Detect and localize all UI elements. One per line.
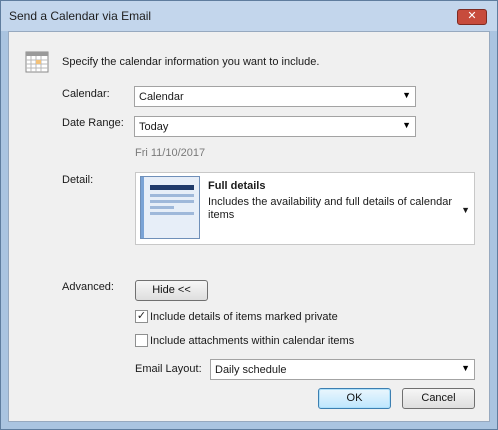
detail-label: Detail: [62, 174, 94, 186]
dialog-body: Specify the calendar information you wan… [8, 31, 490, 422]
date-range-value: Today [139, 121, 169, 133]
include-private-checkbox[interactable]: ✓ [135, 310, 148, 323]
calendar-label: Calendar: [62, 88, 110, 100]
date-range-label: Date Range: [62, 117, 124, 129]
date-range-hint: Fri 11/10/2017 [135, 147, 206, 159]
dialog-title: Send a Calendar via Email [9, 9, 152, 23]
intro-text: Specify the calendar information you wan… [62, 56, 320, 68]
cancel-button[interactable]: Cancel [402, 388, 475, 409]
email-layout-select[interactable]: Daily schedule ▼ [210, 359, 475, 380]
advanced-label: Advanced: [62, 281, 114, 293]
date-range-select[interactable]: Today ▼ [134, 116, 416, 137]
close-button[interactable]: ✕ [457, 9, 487, 25]
hide-advanced-button[interactable]: Hide << [135, 280, 208, 301]
dialog-window: Send a Calendar via Email ✕ Specify the … [0, 0, 498, 430]
include-private-label: Include details of items marked private [150, 311, 338, 323]
detail-title: Full details [208, 180, 266, 192]
calendar-value: Calendar [139, 91, 184, 103]
title-bar[interactable]: Send a Calendar via Email ✕ [1, 1, 497, 31]
calendar-icon [25, 51, 49, 73]
chevron-down-icon: ▼ [461, 205, 470, 215]
email-layout-label: Email Layout: [135, 363, 202, 375]
ok-button[interactable]: OK [318, 388, 391, 409]
detail-select[interactable]: Full details Includes the availability a… [135, 172, 475, 245]
email-layout-value: Daily schedule [215, 364, 287, 376]
chevron-down-icon: ▼ [402, 120, 411, 130]
detail-description: Includes the availability and full detai… [208, 196, 452, 221]
include-attachments-checkbox[interactable] [135, 334, 148, 347]
document-details-icon [140, 176, 200, 239]
chevron-down-icon: ▼ [461, 363, 470, 373]
calendar-select[interactable]: Calendar ▼ [134, 86, 416, 107]
include-attachments-label: Include attachments within calendar item… [150, 335, 355, 347]
chevron-down-icon: ▼ [402, 90, 411, 100]
